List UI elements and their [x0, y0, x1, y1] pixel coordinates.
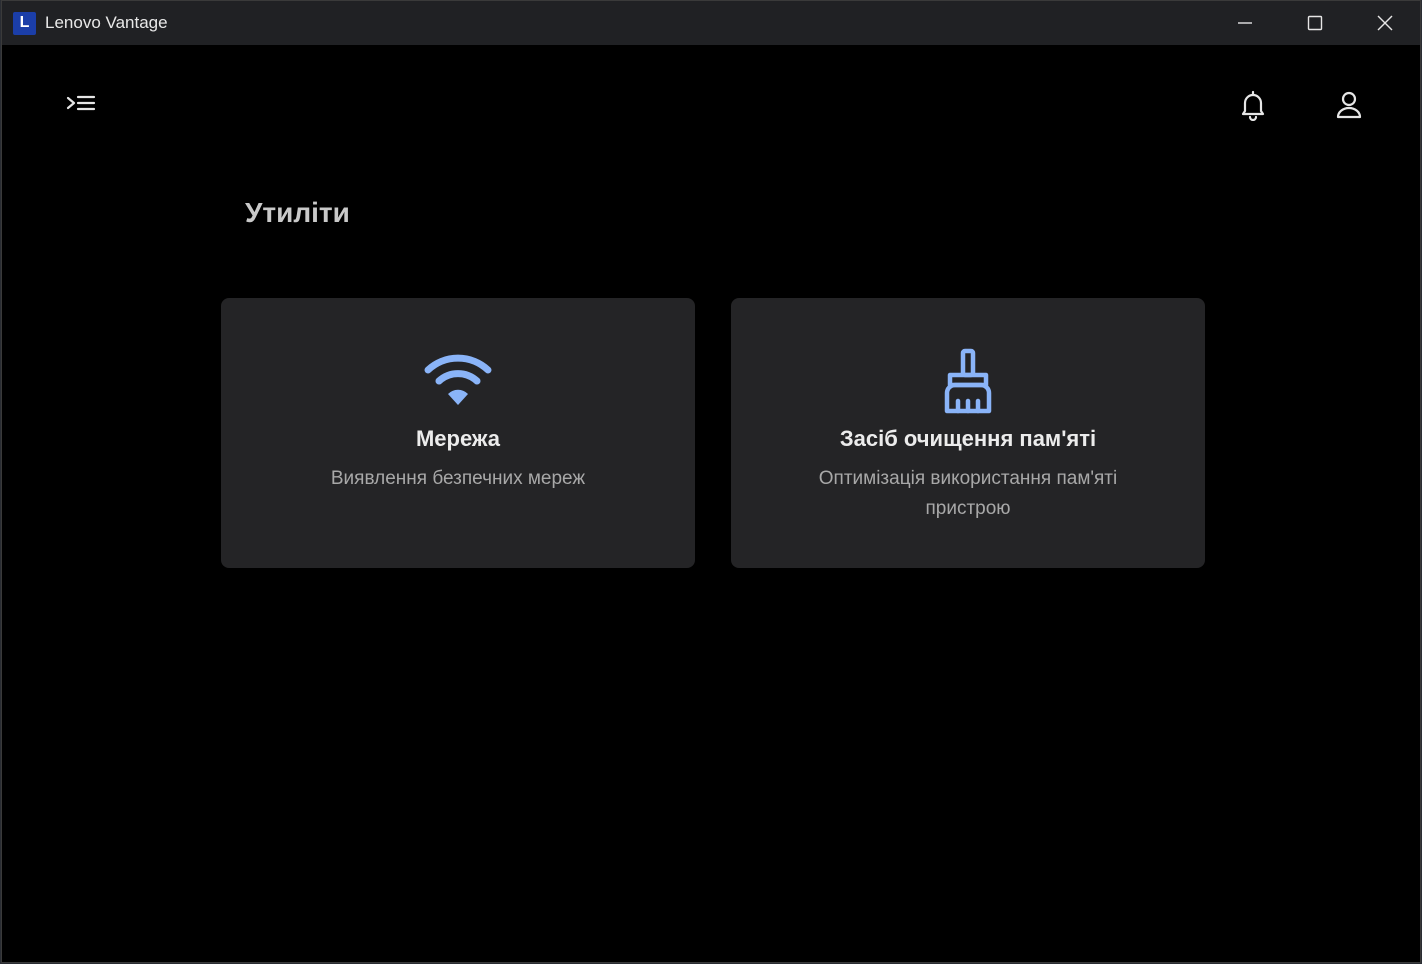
memory-cleaner-card[interactable]: Засіб очищення пам'яті Оптимізація викор…	[731, 298, 1205, 568]
maximize-button[interactable]	[1280, 1, 1350, 45]
minimize-button[interactable]	[1210, 1, 1280, 45]
network-card-description: Виявлення безпечних мереж	[330, 468, 586, 489]
broom-icon	[731, 348, 1205, 418]
close-button[interactable]	[1350, 1, 1420, 45]
close-icon	[1377, 15, 1393, 31]
notifications-button[interactable]	[1233, 85, 1273, 125]
window-controls	[1210, 1, 1420, 45]
app-window: L Lenovo Vantage Утиліти Мережа Виявленн…	[1, 0, 1421, 963]
page-title: Утиліти	[245, 197, 350, 228]
menu-expand-icon	[66, 95, 96, 111]
user-icon	[1336, 91, 1362, 119]
menu-expand-button[interactable]	[61, 85, 101, 125]
app-logo: L	[13, 11, 36, 35]
memory-cleaner-card-description: Оптимізація використання пам'яті пристро…	[818, 468, 1118, 519]
account-button[interactable]	[1329, 85, 1369, 125]
bell-icon	[1241, 90, 1265, 121]
network-card-title: Мережа	[415, 426, 501, 451]
title-bar: L Lenovo Vantage	[2, 1, 1420, 45]
network-card[interactable]: Мережа Виявлення безпечних мереж	[221, 298, 695, 568]
minimize-icon	[1238, 22, 1252, 24]
app-title: Lenovo Vantage	[45, 13, 168, 32]
maximize-icon	[1307, 15, 1323, 31]
memory-cleaner-card-title: Засіб очищення пам'яті	[839, 426, 1097, 451]
wifi-icon	[221, 348, 695, 418]
